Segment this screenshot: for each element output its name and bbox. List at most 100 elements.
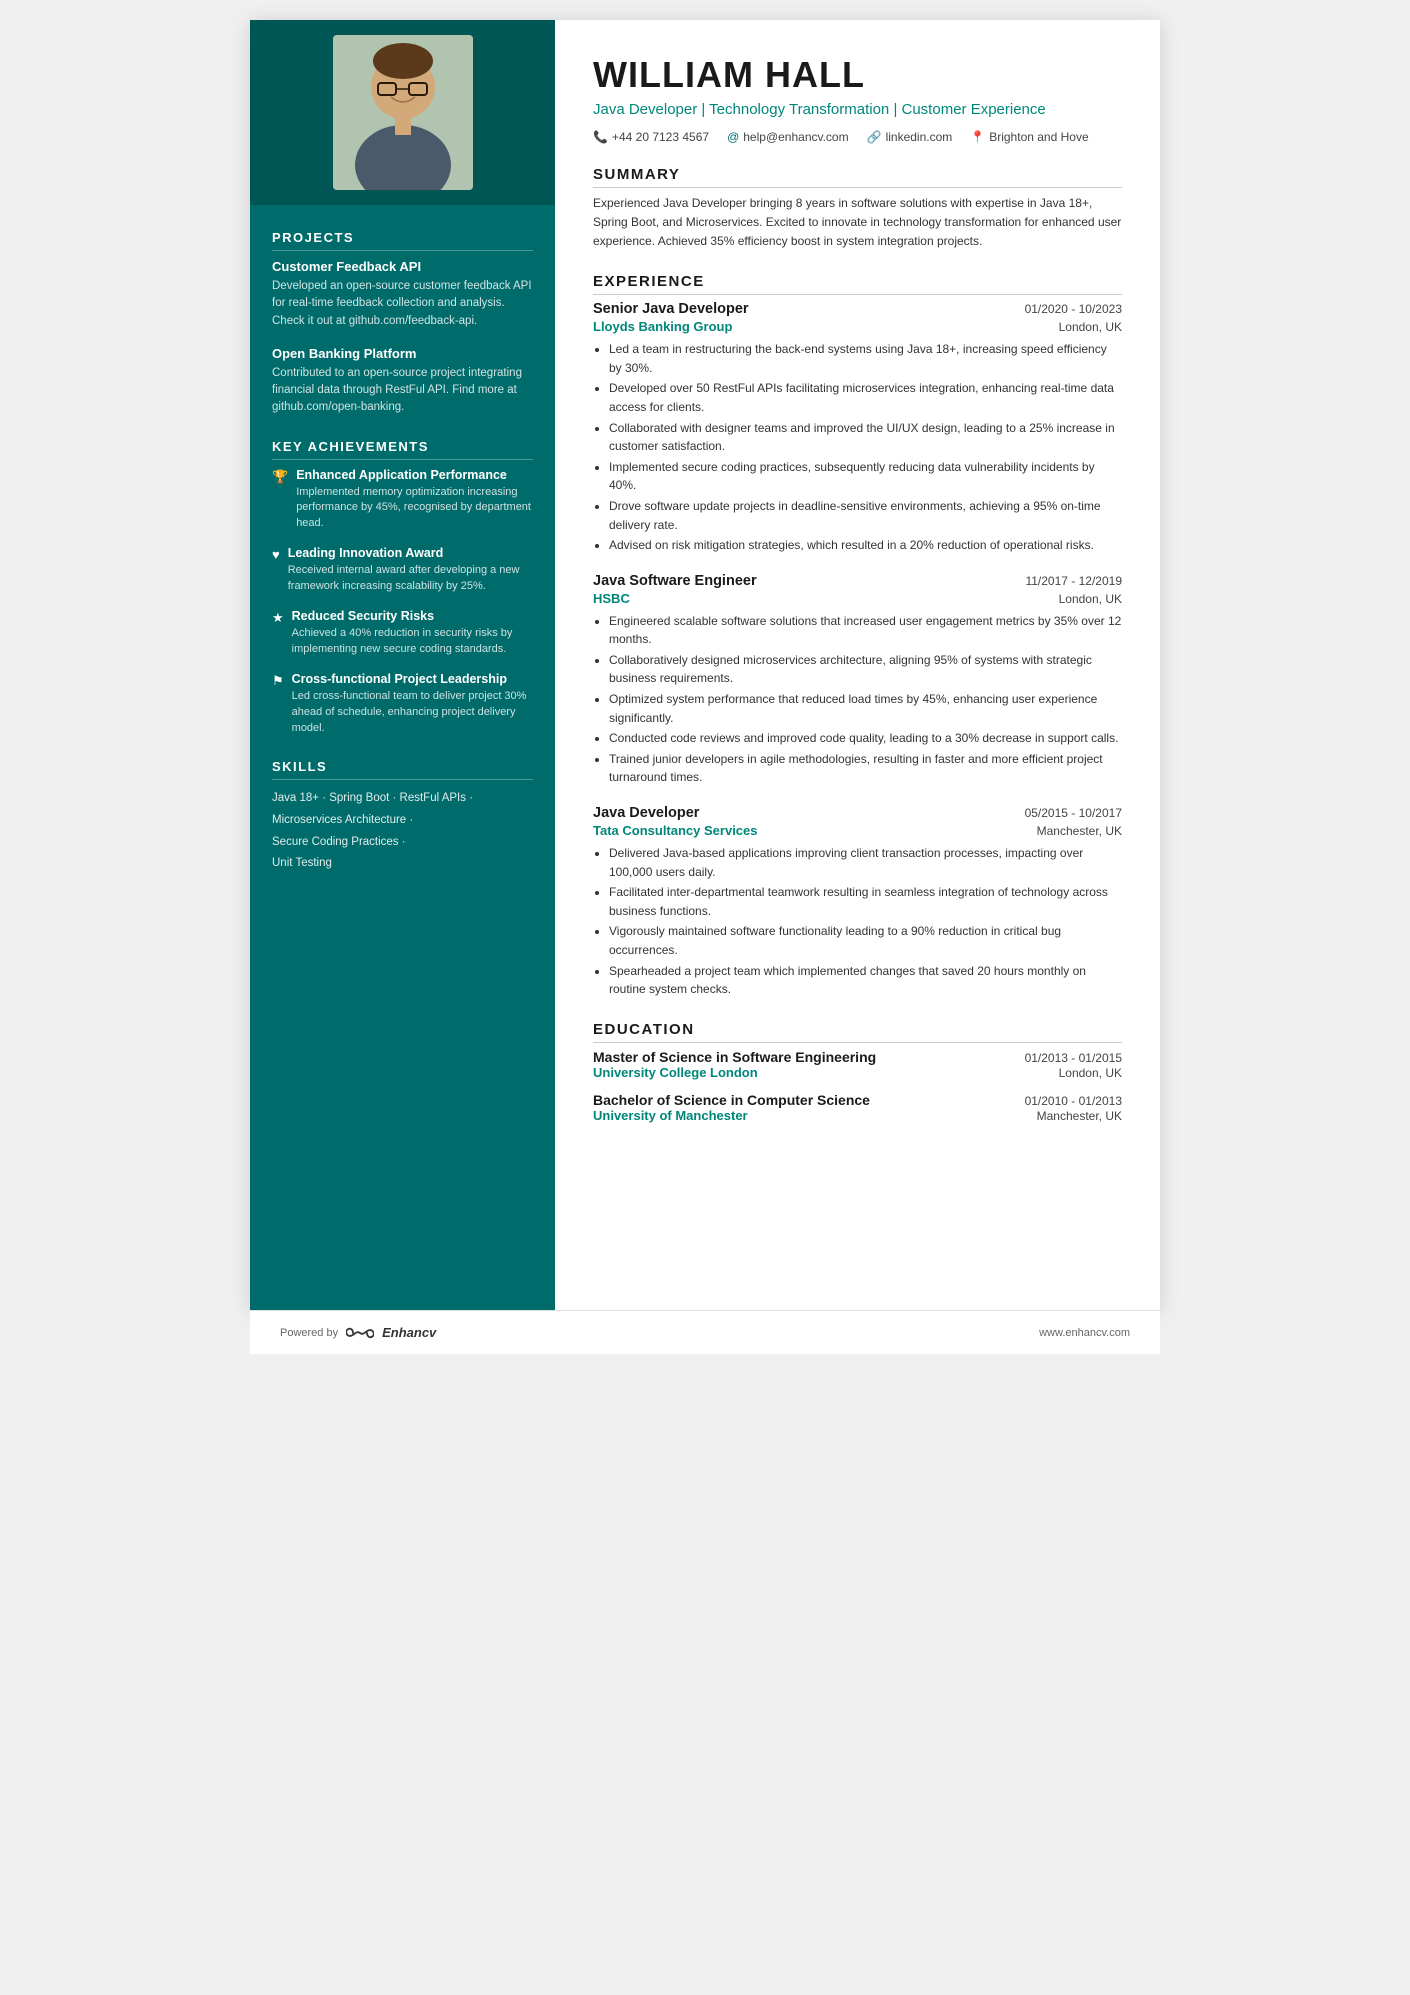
footer: Powered by Enhancv www.enhancv.com bbox=[250, 1310, 1160, 1354]
bullet: Implemented secure coding practices, sub… bbox=[609, 458, 1122, 495]
exp-dates-2: 11/2017 - 12/2019 bbox=[1025, 574, 1122, 588]
avatar bbox=[333, 35, 473, 190]
bullet: Advised on risk mitigation strategies, w… bbox=[609, 536, 1122, 555]
achievement-desc-3: Achieved a 40% reduction in security ris… bbox=[292, 626, 533, 658]
skill-item-1: Java 18+ · Spring Boot · RestFul APIs · bbox=[272, 788, 533, 810]
project-desc-1: Developed an open-source customer feedba… bbox=[272, 278, 533, 330]
candidate-title: Java Developer | Technology Transformati… bbox=[593, 99, 1122, 120]
achievement-item-1: 🏆 Enhanced Application Performance Imple… bbox=[272, 468, 533, 533]
edu-school-2: University of Manchester bbox=[593, 1108, 748, 1123]
footer-website: www.enhancv.com bbox=[1039, 1327, 1130, 1339]
bullet: Collaborated with designer teams and imp… bbox=[609, 419, 1122, 456]
email-address: help@enhancv.com bbox=[743, 130, 848, 144]
skills-section-title: SKILLS bbox=[272, 759, 533, 780]
location-icon: 📍 bbox=[970, 130, 985, 144]
linkedin-icon: 🔗 bbox=[867, 130, 882, 144]
flag-icon: ⚑ bbox=[272, 673, 284, 737]
edu-degree-1: Master of Science in Software Engineerin… bbox=[593, 1049, 876, 1065]
bullet: Spearheaded a project team which impleme… bbox=[609, 962, 1122, 999]
education-item-2: Bachelor of Science in Computer Science … bbox=[593, 1092, 1122, 1123]
project-item-1: Customer Feedback API Developed an open-… bbox=[272, 259, 533, 330]
achievement-title-3: Reduced Security Risks bbox=[292, 609, 533, 623]
projects-section-title: PROJECTS bbox=[272, 230, 533, 251]
achievement-desc-4: Led cross-functional team to deliver pro… bbox=[292, 689, 533, 737]
bullet: Led a team in restructuring the back-end… bbox=[609, 340, 1122, 377]
edu-school-1: University College London bbox=[593, 1065, 758, 1080]
bullet: Drove software update projects in deadli… bbox=[609, 497, 1122, 534]
avatar-container bbox=[250, 20, 555, 205]
education-section-title: EDUCATION bbox=[593, 1021, 1122, 1043]
edu-dates-2: 01/2010 - 01/2013 bbox=[1025, 1094, 1122, 1108]
exp-company-1: Lloyds Banking Group bbox=[593, 319, 732, 334]
sidebar: PROJECTS Customer Feedback API Developed… bbox=[250, 20, 555, 1310]
experience-section-title: EXPERIENCE bbox=[593, 273, 1122, 295]
exp-dates-3: 05/2015 - 10/2017 bbox=[1025, 806, 1122, 820]
exp-location-1: London, UK bbox=[1059, 320, 1122, 334]
phone-number: +44 20 7123 4567 bbox=[612, 130, 709, 144]
email-contact: @ help@enhancv.com bbox=[727, 130, 849, 144]
summary-text: Experienced Java Developer bringing 8 ye… bbox=[593, 194, 1122, 252]
experience-item-1: Senior Java Developer 01/2020 - 10/2023 … bbox=[593, 301, 1122, 555]
linkedin-contact: 🔗 linkedin.com bbox=[867, 130, 953, 144]
candidate-name: WILLIAM HALL bbox=[593, 55, 1122, 95]
project-name-1: Customer Feedback API bbox=[272, 259, 533, 274]
achievement-desc-2: Received internal award after developing… bbox=[288, 563, 533, 595]
exp-role-1: Senior Java Developer bbox=[593, 301, 749, 317]
bullet: Conducted code reviews and improved code… bbox=[609, 729, 1122, 748]
experience-item-2: Java Software Engineer 11/2017 - 12/2019… bbox=[593, 573, 1122, 787]
project-desc-2: Contributed to an open-source project in… bbox=[272, 365, 533, 417]
exp-bullets-2: Engineered scalable software solutions t… bbox=[593, 612, 1122, 787]
powered-by-text: Powered by bbox=[280, 1327, 338, 1339]
exp-role-2: Java Software Engineer bbox=[593, 573, 757, 589]
trophy-icon: 🏆 bbox=[272, 469, 288, 533]
skills-list: Java 18+ · Spring Boot · RestFul APIs · … bbox=[272, 788, 533, 875]
edu-degree-2: Bachelor of Science in Computer Science bbox=[593, 1092, 870, 1108]
bullet: Trained junior developers in agile metho… bbox=[609, 750, 1122, 787]
exp-role-3: Java Developer bbox=[593, 805, 699, 821]
exp-bullets-3: Delivered Java-based applications improv… bbox=[593, 844, 1122, 999]
edu-dates-1: 01/2013 - 01/2015 bbox=[1025, 1051, 1122, 1065]
location-text: Brighton and Hove bbox=[989, 130, 1088, 144]
main-content: WILLIAM HALL Java Developer | Technology… bbox=[555, 20, 1160, 1310]
edu-location-2: Manchester, UK bbox=[1037, 1109, 1122, 1123]
edu-location-1: London, UK bbox=[1059, 1066, 1122, 1080]
exp-bullets-1: Led a team in restructuring the back-end… bbox=[593, 340, 1122, 555]
phone-contact: 📞 +44 20 7123 4567 bbox=[593, 130, 709, 144]
achievement-title-2: Leading Innovation Award bbox=[288, 546, 533, 560]
exp-company-3: Tata Consultancy Services bbox=[593, 823, 758, 838]
enhancv-logo-icon bbox=[346, 1326, 374, 1340]
project-item-2: Open Banking Platform Contributed to an … bbox=[272, 346, 533, 417]
achievements-list: 🏆 Enhanced Application Performance Imple… bbox=[272, 468, 533, 737]
phone-icon: 📞 bbox=[593, 130, 608, 144]
bullet: Vigorously maintained software functiona… bbox=[609, 922, 1122, 959]
bullet: Facilitated inter-departmental teamwork … bbox=[609, 883, 1122, 920]
email-icon: @ bbox=[727, 130, 739, 144]
project-name-2: Open Banking Platform bbox=[272, 346, 533, 361]
exp-location-2: London, UK bbox=[1059, 592, 1122, 606]
bullet: Developed over 50 RestFul APIs facilitat… bbox=[609, 379, 1122, 416]
heart-icon: ♥ bbox=[272, 547, 280, 595]
bullet: Delivered Java-based applications improv… bbox=[609, 844, 1122, 881]
contact-info: 📞 +44 20 7123 4567 @ help@enhancv.com 🔗 … bbox=[593, 130, 1122, 144]
achievements-section-title: KEY ACHIEVEMENTS bbox=[272, 439, 533, 460]
skill-item-3: Secure Coding Practices · bbox=[272, 832, 533, 854]
exp-dates-1: 01/2020 - 10/2023 bbox=[1025, 302, 1122, 316]
achievement-title-4: Cross-functional Project Leadership bbox=[292, 672, 533, 686]
bullet: Optimized system performance that reduce… bbox=[609, 690, 1122, 727]
bullet: Collaboratively designed microservices a… bbox=[609, 651, 1122, 688]
exp-company-2: HSBC bbox=[593, 591, 630, 606]
location-contact: 📍 Brighton and Hove bbox=[970, 130, 1088, 144]
achievement-title-1: Enhanced Application Performance bbox=[296, 468, 533, 482]
projects-list: Customer Feedback API Developed an open-… bbox=[272, 259, 533, 417]
sidebar-content: PROJECTS Customer Feedback API Developed… bbox=[250, 205, 555, 900]
linkedin-url: linkedin.com bbox=[886, 130, 953, 144]
achievement-item-3: ★ Reduced Security Risks Achieved a 40% … bbox=[272, 609, 533, 658]
exp-location-3: Manchester, UK bbox=[1037, 824, 1122, 838]
achievement-item-2: ♥ Leading Innovation Award Received inte… bbox=[272, 546, 533, 595]
education-item-1: Master of Science in Software Engineerin… bbox=[593, 1049, 1122, 1080]
skill-item-4: Unit Testing bbox=[272, 853, 533, 875]
skill-item-2: Microservices Architecture · bbox=[272, 810, 533, 832]
bullet: Engineered scalable software solutions t… bbox=[609, 612, 1122, 649]
enhancv-brand-name: Enhancv bbox=[382, 1325, 436, 1340]
achievement-item-4: ⚑ Cross-functional Project Leadership Le… bbox=[272, 672, 533, 737]
